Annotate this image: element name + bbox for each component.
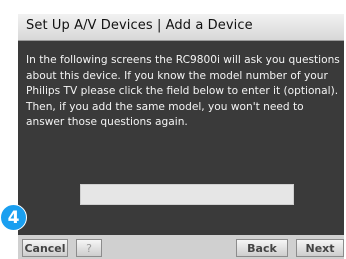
bottom-button-bar: Cancel ? Back Next	[18, 235, 344, 259]
device-setup-screen: Set Up A/V Devices | Add a Device In the…	[0, 0, 346, 259]
title-bar: Set Up A/V Devices | Add a Device	[18, 14, 344, 41]
content-panel: In the following screens the RC9800i wil…	[18, 41, 344, 235]
back-button[interactable]: Back	[236, 239, 288, 257]
next-button[interactable]: Next	[296, 239, 344, 257]
page-title: Set Up A/V Devices | Add a Device	[26, 18, 253, 33]
help-button[interactable]: ?	[76, 239, 102, 257]
model-number-field[interactable]	[80, 184, 294, 205]
cancel-button[interactable]: Cancel	[22, 239, 68, 257]
instructions-text: In the following screens the RC9800i wil…	[26, 54, 340, 129]
step-number-badge: 4	[0, 204, 27, 231]
